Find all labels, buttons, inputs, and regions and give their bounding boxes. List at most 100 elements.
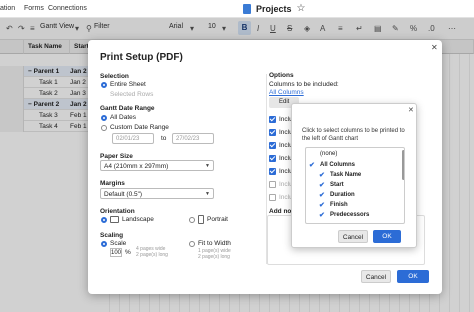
list-item[interactable]: ✔ Start: [306, 180, 401, 190]
landscape-label: Landscape: [122, 216, 154, 223]
to-label: to: [161, 135, 167, 142]
list-item-label: Duration: [330, 192, 355, 198]
fit-to-width-radio[interactable]: Fit to Width: [189, 240, 231, 247]
check-icon: ✔: [319, 212, 325, 219]
checkbox-icon: [269, 116, 276, 123]
paper-size-select[interactable]: A4 (210mm x 297mm) ▼: [100, 160, 214, 171]
checkbox-icon: [269, 155, 276, 162]
top-menu-bar: ation Forms Connections Projects ☆: [0, 0, 474, 18]
include-option[interactable]: Inclu: [269, 116, 293, 123]
close-icon[interactable]: ✕: [431, 43, 438, 52]
list-item[interactable]: ✔ Task Name: [306, 170, 401, 180]
scale-radio[interactable]: Scale: [101, 240, 126, 247]
include-option[interactable]: Inclu: [269, 181, 293, 188]
options-label: Options: [269, 72, 294, 79]
orientation-label: Orientation: [100, 208, 135, 215]
list-item-label: (none): [320, 151, 338, 157]
radio-icon: [101, 81, 107, 88]
check-icon: ✔: [319, 182, 325, 189]
include-option[interactable]: Inclu: [269, 129, 293, 136]
scale-hint: 4 pages wide 2 page(s) long: [136, 246, 168, 258]
list-item-label: All Columns: [320, 162, 356, 168]
star-icon[interactable]: ☆: [297, 3, 306, 14]
entire-sheet-label: Entire Sheet: [110, 81, 146, 88]
add-notes-label: Add not: [269, 208, 294, 215]
portrait-radio[interactable]: Portrait: [189, 215, 228, 224]
landscape-radio[interactable]: Landscape: [101, 216, 154, 223]
all-columns-link[interactable]: All Columns: [269, 89, 304, 96]
list-item[interactable]: ✔ All Columns: [306, 160, 401, 170]
include-option[interactable]: Inclu: [269, 194, 293, 201]
list-item-label: Start: [330, 182, 344, 188]
scrollbar[interactable]: [402, 150, 404, 180]
fit-hint-length: 2 page(s) long: [198, 254, 230, 260]
list-item[interactable]: ✔ Predecessors: [306, 210, 401, 220]
check-icon: ✔: [309, 162, 315, 169]
radio-icon: [189, 216, 195, 223]
include-option[interactable]: Inclu: [269, 155, 293, 162]
all-dates-radio[interactable]: All Dates: [101, 114, 136, 121]
custom-date-range-radio[interactable]: Custom Date Range: [101, 124, 169, 131]
all-dates-label: All Dates: [110, 114, 137, 121]
scale-input[interactable]: 100: [110, 248, 122, 257]
chevron-down-icon: ▼: [205, 191, 210, 197]
fit-hint: 1 page(s) wide 2 page(s) long: [198, 248, 231, 260]
landscape-icon: [110, 216, 119, 223]
selected-rows-option: Selected Rows: [110, 91, 154, 98]
paper-size-value: A4 (210mm x 297mm): [104, 163, 169, 170]
check-icon: ✔: [319, 192, 325, 199]
include-option[interactable]: Inclu: [269, 168, 293, 175]
checkbox-icon: [269, 181, 276, 188]
list-item-label: Predecessors: [330, 212, 370, 218]
list-item[interactable]: (none): [306, 149, 401, 159]
radio-icon: [101, 124, 107, 131]
document-title: Projects ☆: [243, 3, 306, 14]
checkbox-icon: [269, 194, 276, 201]
scale-label: Scale: [110, 240, 127, 247]
portrait-icon: [198, 215, 204, 224]
scaling-label: Scaling: [100, 232, 124, 239]
list-item[interactable]: ✔ Duration: [306, 190, 401, 200]
menu-forms[interactable]: Forms: [24, 5, 44, 12]
sheet-icon: [243, 3, 251, 14]
column-select-popover: ✕ Click to select columns to be printed …: [291, 103, 417, 248]
popover-description: Click to select columns to be printed to…: [302, 128, 405, 142]
list-item-label: Task Name: [330, 172, 362, 178]
checkbox-icon: [269, 142, 276, 149]
radio-icon: [101, 240, 107, 247]
document-title-text: Projects: [256, 3, 292, 14]
close-icon[interactable]: ✕: [408, 106, 414, 114]
portrait-label: Portrait: [207, 216, 228, 223]
selection-label: Selection: [100, 73, 129, 80]
radio-icon: [189, 240, 195, 247]
dialog-title: Print Setup (PDF): [100, 52, 183, 63]
margins-select[interactable]: Default (0.5") ▼: [100, 188, 214, 199]
scale-hint-length: 2 page(s) long: [136, 252, 168, 258]
from-date-input[interactable]: 02/01/23: [112, 133, 154, 144]
menu-connections[interactable]: Connections: [48, 5, 87, 12]
percent-sign: %: [125, 249, 131, 256]
menu-automation[interactable]: ation: [0, 5, 15, 12]
cancel-button[interactable]: Cancel: [361, 270, 391, 283]
scale-input-group: 100 %: [110, 248, 131, 257]
fit-to-width-label: Fit to Width: [198, 240, 231, 247]
column-list: (none) ✔ All Columns ✔ Task Name ✔ Start ✔ D…: [305, 147, 405, 224]
list-item[interactable]: ✔ Finish: [306, 200, 401, 210]
checkbox-icon: [269, 129, 276, 136]
margins-label: Margins: [100, 180, 125, 187]
checkbox-icon: [269, 168, 276, 175]
check-icon: ✔: [319, 202, 325, 209]
radio-icon: [101, 216, 107, 223]
to-date-input[interactable]: 27/02/23: [172, 133, 214, 144]
list-item-label: Finish: [330, 202, 348, 208]
custom-date-range-label: Custom Date Range: [110, 124, 169, 131]
include-option[interactable]: Inclu: [269, 142, 293, 149]
gantt-date-range-label: Gantt Date Range: [100, 105, 155, 112]
margins-value: Default (0.5"): [104, 191, 143, 198]
popover-cancel-button[interactable]: Cancel: [338, 230, 368, 243]
entire-sheet-radio[interactable]: Entire Sheet: [101, 81, 146, 88]
ok-button[interactable]: OK: [397, 270, 429, 283]
check-icon: ✔: [319, 172, 325, 179]
popover-ok-button[interactable]: OK: [373, 230, 401, 243]
radio-icon: [101, 114, 107, 121]
